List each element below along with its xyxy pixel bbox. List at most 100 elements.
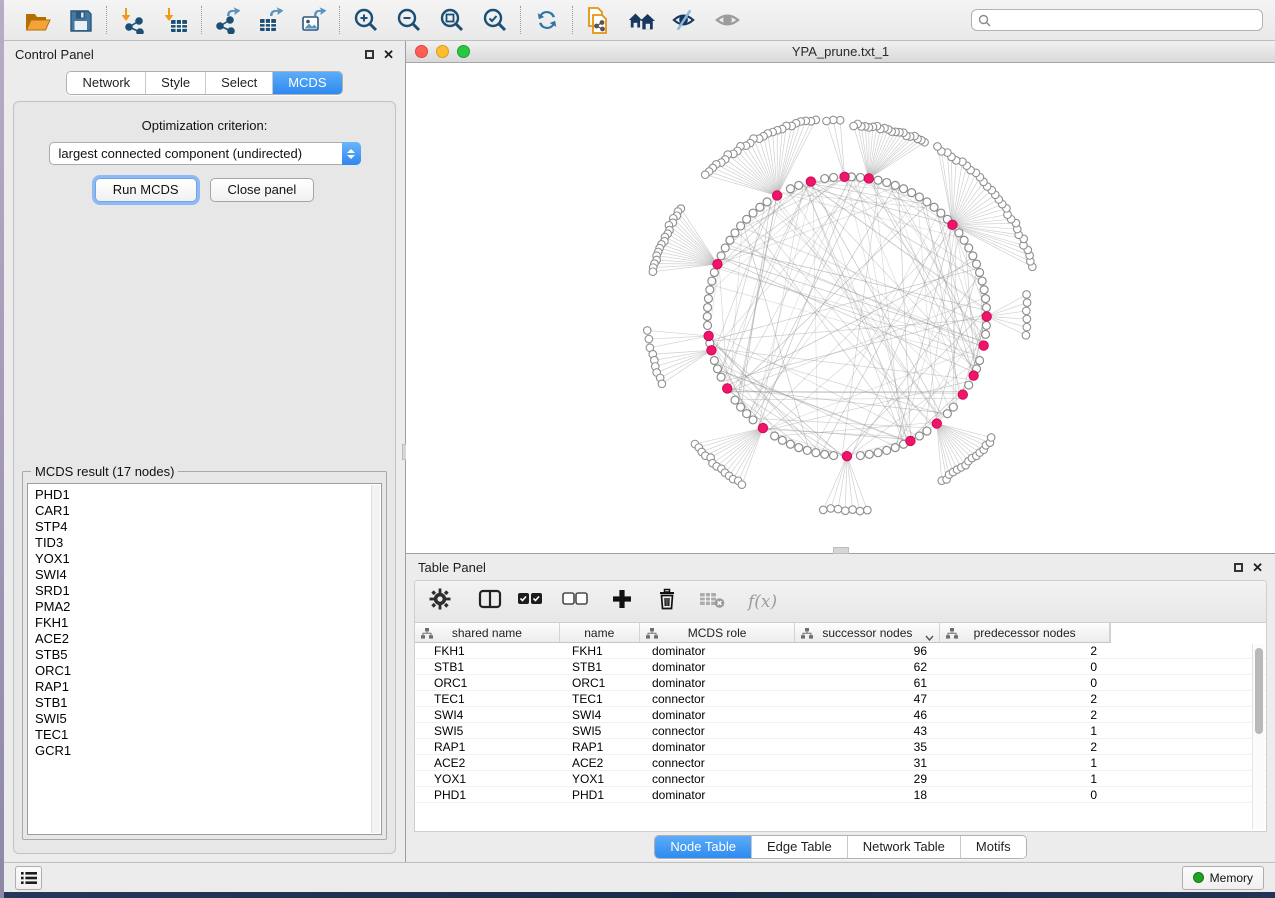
search-input[interactable] bbox=[995, 13, 1256, 27]
network-node[interactable] bbox=[965, 381, 973, 389]
mcds-dominator-node[interactable] bbox=[713, 259, 722, 268]
network-node[interactable] bbox=[731, 396, 739, 404]
zoom-out-icon[interactable] bbox=[395, 7, 422, 34]
network-node[interactable] bbox=[856, 452, 864, 460]
mcds-dominator-node[interactable] bbox=[723, 384, 732, 393]
network-node[interactable] bbox=[923, 427, 931, 435]
network-node[interactable] bbox=[934, 143, 942, 151]
network-node[interactable] bbox=[819, 506, 827, 514]
network-node[interactable] bbox=[883, 179, 891, 187]
mcds-dominator-node[interactable] bbox=[806, 177, 815, 186]
network-node[interactable] bbox=[778, 436, 786, 444]
network-node[interactable] bbox=[849, 506, 857, 514]
network-node[interactable] bbox=[821, 450, 829, 458]
search-field[interactable] bbox=[971, 9, 1263, 31]
float-table-panel-icon[interactable] bbox=[1234, 563, 1243, 572]
run-mcds-button[interactable]: Run MCDS bbox=[95, 178, 197, 202]
network-view-titlebar[interactable]: YPA_prune.txt_1 bbox=[406, 41, 1275, 63]
mcds-dominator-node[interactable] bbox=[864, 174, 873, 183]
mcds-dominator-node[interactable] bbox=[906, 436, 915, 445]
delete-table-icon[interactable] bbox=[699, 589, 725, 614]
maximize-window-icon[interactable] bbox=[457, 45, 470, 58]
mcds-result-item[interactable]: PMA2 bbox=[35, 599, 381, 615]
network-node[interactable] bbox=[823, 117, 831, 125]
mcds-dominator-node[interactable] bbox=[758, 423, 767, 432]
criterion-dropdown[interactable]: largest connected component (undirected) bbox=[49, 142, 361, 165]
mcds-result-item[interactable]: RAP1 bbox=[35, 679, 381, 695]
column-header-MCDS-role[interactable]: MCDS role bbox=[640, 623, 796, 642]
sort-indicator-icon[interactable] bbox=[925, 630, 934, 644]
mcds-dominator-node[interactable] bbox=[979, 341, 988, 350]
task-history-button[interactable] bbox=[15, 866, 42, 890]
column-header-name[interactable]: name bbox=[560, 623, 640, 642]
table-scrollbar-thumb[interactable] bbox=[1255, 648, 1263, 734]
network-node[interactable] bbox=[743, 215, 751, 223]
network-node[interactable] bbox=[737, 222, 745, 230]
network-node[interactable] bbox=[795, 181, 803, 189]
network-node[interactable] bbox=[821, 175, 829, 183]
column-header-predecessor-nodes[interactable]: predecessor nodes bbox=[940, 623, 1110, 642]
network-node[interactable] bbox=[949, 403, 957, 411]
open-file-icon[interactable] bbox=[24, 7, 51, 34]
refresh-view-icon[interactable] bbox=[533, 7, 560, 34]
network-node[interactable] bbox=[717, 373, 725, 381]
table-scrollbar[interactable] bbox=[1252, 644, 1264, 829]
network-node[interactable] bbox=[717, 252, 725, 260]
mcds-result-item[interactable]: SWI5 bbox=[35, 711, 381, 727]
mcds-list-scrollbar[interactable] bbox=[371, 485, 380, 833]
mcds-result-item[interactable]: YOX1 bbox=[35, 551, 381, 567]
network-node[interactable] bbox=[978, 277, 986, 285]
table-tab-network-table[interactable]: Network Table bbox=[847, 836, 960, 858]
clone-network-icon[interactable] bbox=[585, 7, 612, 34]
columns-icon[interactable] bbox=[478, 588, 502, 615]
export-network-icon[interactable] bbox=[214, 7, 241, 34]
network-node[interactable] bbox=[883, 446, 891, 454]
settings-gear-icon[interactable] bbox=[429, 588, 451, 615]
network-node[interactable] bbox=[874, 449, 882, 457]
table-row[interactable]: STB1STB1dominator620 bbox=[415, 659, 1266, 675]
network-node[interactable] bbox=[749, 416, 757, 424]
network-node[interactable] bbox=[708, 277, 716, 285]
network-node[interactable] bbox=[721, 244, 729, 252]
network-node[interactable] bbox=[704, 295, 712, 303]
network-node[interactable] bbox=[874, 176, 882, 184]
node-table[interactable]: shared namenameMCDS rolesuccessor nodesp… bbox=[414, 623, 1267, 832]
network-node[interactable] bbox=[972, 260, 980, 268]
table-tab-node-table[interactable]: Node Table bbox=[655, 836, 751, 858]
table-row[interactable]: FKH1FKH1dominator962 bbox=[415, 643, 1266, 659]
network-node[interactable] bbox=[976, 268, 984, 276]
table-row[interactable]: TEC1TEC1connector472 bbox=[415, 691, 1266, 707]
table-tab-edge-table[interactable]: Edge Table bbox=[751, 836, 847, 858]
table-row[interactable]: YOX1YOX1connector291 bbox=[415, 771, 1266, 787]
mcds-result-item[interactable]: TEC1 bbox=[35, 727, 381, 743]
mcds-dominator-node[interactable] bbox=[704, 331, 713, 340]
close-window-icon[interactable] bbox=[415, 45, 428, 58]
mcds-result-item[interactable]: TID3 bbox=[35, 535, 381, 551]
save-session-icon[interactable] bbox=[67, 7, 94, 34]
network-node[interactable] bbox=[803, 446, 811, 454]
network-node[interactable] bbox=[856, 507, 864, 515]
network-node[interactable] bbox=[1023, 307, 1031, 315]
network-node[interactable] bbox=[969, 252, 977, 260]
network-node[interactable] bbox=[1023, 291, 1031, 299]
network-node[interactable] bbox=[704, 321, 712, 329]
network-node[interactable] bbox=[955, 229, 963, 237]
mcds-result-item[interactable]: ACE2 bbox=[35, 631, 381, 647]
mcds-result-item[interactable]: PHD1 bbox=[35, 487, 381, 503]
network-node[interactable] bbox=[713, 365, 721, 373]
mcds-dominator-node[interactable] bbox=[958, 390, 967, 399]
network-node[interactable] bbox=[1022, 331, 1030, 339]
table-row[interactable]: RAP1RAP1dominator352 bbox=[415, 739, 1266, 755]
zoom-in-icon[interactable] bbox=[352, 7, 379, 34]
network-node[interactable] bbox=[982, 304, 990, 312]
table-row[interactable]: ACE2ACE2connector311 bbox=[415, 755, 1266, 771]
network-node[interactable] bbox=[704, 304, 712, 312]
network-node[interactable] bbox=[1023, 323, 1031, 331]
close-panel-button[interactable]: Close panel bbox=[210, 178, 315, 202]
mcds-result-item[interactable]: STB5 bbox=[35, 647, 381, 663]
network-node[interactable] bbox=[812, 449, 820, 457]
show-graphics-details-icon[interactable] bbox=[714, 7, 741, 34]
import-table-icon[interactable] bbox=[162, 7, 189, 34]
network-node[interactable] bbox=[703, 312, 711, 320]
network-node[interactable] bbox=[795, 444, 803, 452]
